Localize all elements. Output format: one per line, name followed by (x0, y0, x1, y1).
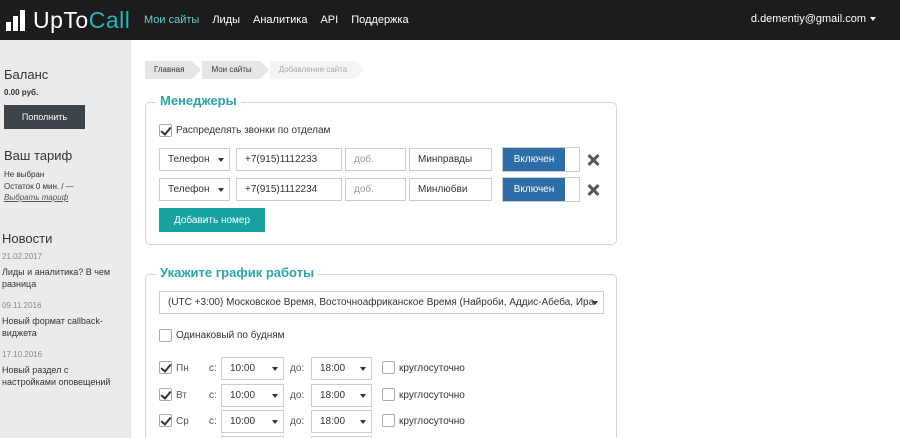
nav-item-leads[interactable]: Лиды (212, 14, 240, 26)
topup-button[interactable]: Пополнить (4, 105, 85, 129)
day-checkbox-tue[interactable] (159, 388, 172, 401)
news-item[interactable]: Новый формат callback-виджета (2, 315, 124, 339)
allday-label: круглосуточно (399, 416, 465, 427)
chevron-down-icon (218, 188, 224, 192)
logo-text: UpToCall (33, 6, 131, 33)
status-toggle[interactable]: Включен (502, 147, 580, 172)
chevron-down-icon (592, 301, 598, 305)
to-label: до: (290, 416, 305, 427)
from-label: с: (209, 416, 217, 427)
chevron-down-icon (360, 394, 366, 398)
from-label: с: (209, 363, 217, 374)
to-time-select[interactable]: 18:00 (311, 410, 372, 433)
tariff-title: Ваш тариф (4, 148, 73, 163)
logo-bars-icon (6, 9, 27, 31)
news-date: 09.11.2016 (2, 301, 42, 310)
phone-input[interactable]: +7(915)1112234 (236, 178, 342, 201)
same-weekdays-checkbox[interactable] (159, 329, 172, 342)
news-date: 17.10.2016 (2, 350, 43, 359)
to-time-select[interactable]: 18:00 (311, 384, 372, 407)
tariff-status: Не выбран (4, 170, 45, 179)
news-item[interactable]: Лиды и аналитика? В чем разница (2, 266, 124, 290)
balance-title: Баланс (4, 67, 49, 82)
top-navbar: UpToCall Мои сайты Лиды Аналитика API По… (0, 0, 900, 40)
news-date: 21.02.2017 (2, 252, 43, 261)
allday-label: круглосуточно (399, 363, 465, 374)
same-weekdays-label: Одинаковый по будням (176, 330, 285, 341)
chevron-down-icon (272, 420, 278, 424)
user-menu[interactable]: d.dementiy@gmail.com (751, 13, 876, 25)
to-time-select[interactable]: 18:00 (311, 357, 372, 380)
to-label: до: (290, 390, 305, 401)
chevron-down-icon (272, 367, 278, 371)
status-toggle[interactable]: Включен (502, 177, 580, 202)
from-label: с: (209, 390, 217, 401)
choose-tariff-link[interactable]: Выбрать тариф (4, 193, 68, 202)
managers-panel: Менеджеры Распределять звонки по отделам… (145, 93, 617, 245)
day-checkbox-wed[interactable] (159, 414, 172, 427)
timezone-select[interactable]: (UTC +3:00) Московское Время, Восточноаф… (159, 291, 604, 314)
day-checkbox-mon[interactable] (159, 361, 172, 374)
remove-icon[interactable] (587, 184, 599, 196)
user-email: d.dementiy@gmail.com (750, 13, 866, 25)
remove-icon[interactable] (587, 154, 599, 166)
chevron-down-icon (870, 17, 876, 22)
nav-item-analytics[interactable]: Аналитика (253, 14, 307, 26)
logo[interactable]: UpToCall (6, 6, 131, 33)
chevron-down-icon (218, 158, 224, 162)
news-title: Новости (2, 231, 53, 246)
breadcrumb: Главная Мои сайты Добавление сайта (145, 61, 365, 79)
distribute-label: Распределять звонки по отделам (176, 125, 331, 136)
managers-title: Менеджеры (156, 93, 241, 108)
allday-label: круглосуточно (399, 390, 465, 401)
from-time-select[interactable]: 10:00 (221, 384, 284, 407)
schedule-panel: Укажите график работы (UTC +3:00) Москов… (145, 265, 617, 438)
from-time-select[interactable]: 10:00 (221, 357, 284, 380)
department-input[interactable]: Минправды (409, 148, 492, 171)
ext-input[interactable]: доб. (345, 148, 406, 171)
day-label: Вт (176, 390, 187, 401)
breadcrumb-home[interactable]: Главная (145, 61, 202, 79)
tariff-remaining: Остаток 0 мин. / — (4, 182, 74, 191)
day-label: Пн (176, 363, 189, 374)
from-time-select[interactable]: 10:00 (221, 410, 284, 433)
breadcrumb-current: Добавление сайта (269, 61, 364, 79)
main-nav: Мои сайты Лиды Аналитика API Поддержка (144, 0, 422, 40)
chevron-down-icon (360, 420, 366, 424)
day-label: Ср (176, 416, 189, 427)
schedule-title: Укажите график работы (156, 265, 319, 280)
add-number-button[interactable]: Добавить номер (159, 208, 265, 232)
allday-checkbox[interactable] (382, 414, 395, 427)
news-item[interactable]: Новый раздел с настройками оповещений (2, 364, 124, 388)
department-input[interactable]: Минлюбви (409, 178, 492, 201)
nav-item-my-sites[interactable]: Мои сайты (144, 14, 199, 26)
type-select[interactable]: Телефон (159, 178, 230, 201)
nav-item-support[interactable]: Поддержка (351, 14, 408, 26)
ext-input[interactable]: доб. (345, 178, 406, 201)
breadcrumb-my-sites[interactable]: Мои сайты (202, 61, 269, 79)
to-label: до: (290, 363, 305, 374)
allday-checkbox[interactable] (382, 388, 395, 401)
chevron-down-icon (272, 394, 278, 398)
chevron-down-icon (360, 367, 366, 371)
nav-item-api[interactable]: API (320, 14, 338, 26)
balance-value: 0.00 руб. (4, 88, 39, 97)
sidebar: Баланс 0.00 руб. Пополнить Ваш тариф Не … (0, 40, 131, 438)
phone-input[interactable]: +7(915)1112233 (236, 148, 342, 171)
allday-checkbox[interactable] (382, 361, 395, 374)
type-select[interactable]: Телефон (159, 148, 230, 171)
distribute-checkbox[interactable] (159, 124, 172, 137)
